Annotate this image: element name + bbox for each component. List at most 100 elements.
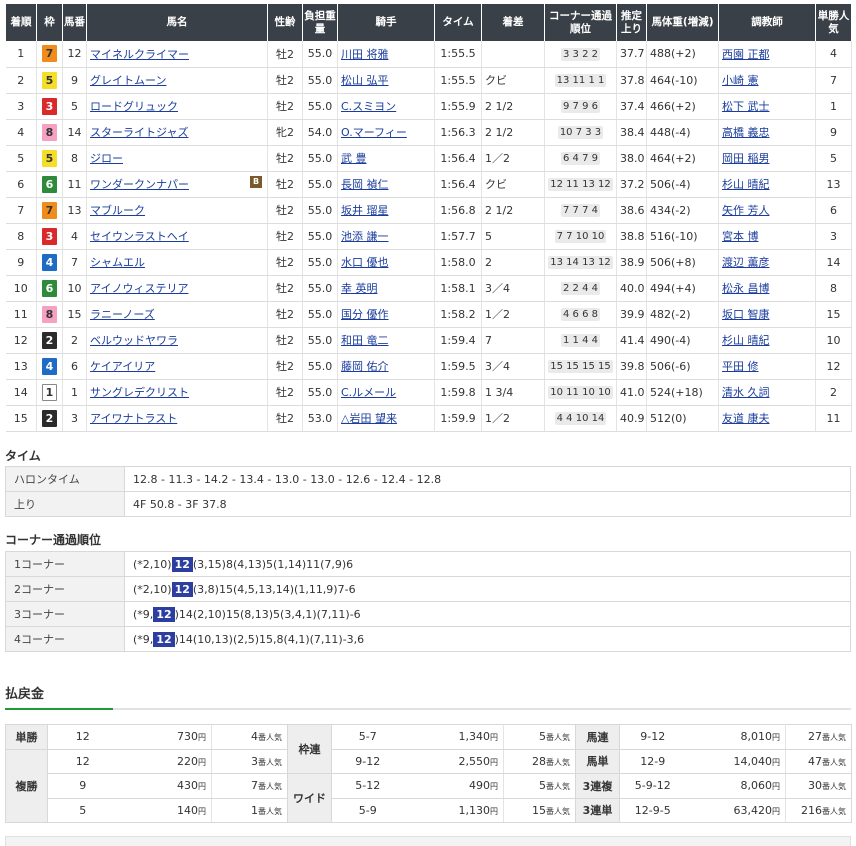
- horse-num-cell: 6: [62, 353, 87, 380]
- payout-amount: 8,010: [740, 730, 773, 744]
- result-row: 15 2 3 アイワナトラスト 牡2 53.0 △岩田 望来 1:59.9 1／2 4 4 10 …: [5, 405, 852, 432]
- horse-name-link[interactable]: マイネルクライマー: [90, 48, 189, 61]
- trainer-link[interactable]: 西園 正都: [722, 48, 770, 61]
- trainer-link[interactable]: 杉山 晴紀: [722, 334, 770, 347]
- jockey-link[interactable]: C.ルメール: [341, 386, 396, 399]
- jockey-link[interactable]: 国分 優作: [341, 308, 389, 321]
- horse-weight-cell: 490(-4): [646, 327, 719, 354]
- jockey-link[interactable]: 松山 弘平: [341, 74, 389, 87]
- horse-name-link[interactable]: アイワナトラスト: [90, 412, 177, 425]
- trainer-link[interactable]: 杉山 晴紀: [722, 178, 770, 191]
- jockey-link[interactable]: 幸 英明: [341, 282, 378, 295]
- horse-name-link[interactable]: マブルーク: [90, 204, 145, 217]
- col-popularity[interactable]: 単勝人気: [815, 4, 852, 41]
- horse-name-link[interactable]: ケイアイリア: [90, 360, 155, 373]
- waku-cell: 4: [36, 249, 63, 276]
- jockey-link[interactable]: O.マーフィー: [341, 126, 407, 139]
- trainer-link[interactable]: 高橋 義忠: [722, 126, 770, 139]
- trainer-link[interactable]: 小崎 憲: [722, 74, 759, 87]
- horse-num-cell: 8: [62, 145, 87, 172]
- time-cell: 1:59.4: [434, 327, 482, 354]
- col-horse-weight[interactable]: 馬体重(増減): [646, 4, 719, 41]
- passing-order: 4 4 10 14: [554, 412, 607, 425]
- horse-name-link[interactable]: ロードグリュック: [90, 100, 178, 113]
- weight-cell: 55.0: [302, 145, 338, 172]
- agari-value: 4F 50.8 - 3F 37.8: [133, 497, 227, 511]
- jockey-link[interactable]: 長岡 禎仁: [341, 178, 389, 191]
- rank-cell: 8: [5, 223, 37, 250]
- trainer-link[interactable]: 松永 昌博: [722, 282, 770, 295]
- horse-name-link[interactable]: セイウンラストヘイ: [90, 230, 189, 243]
- horse-name-link[interactable]: スターライトジャズ: [90, 126, 188, 139]
- passing-cell: 13 14 13 12: [544, 249, 617, 276]
- weight-cell: 55.0: [302, 249, 338, 276]
- horse-name-link[interactable]: シャムエル: [90, 256, 145, 269]
- corner-order-pre: (*2,10): [133, 582, 172, 596]
- jockey-link[interactable]: △岩田 望来: [341, 412, 397, 425]
- col-rank[interactable]: 着順: [5, 4, 37, 41]
- trainer-link[interactable]: 宮本 博: [722, 230, 759, 243]
- passing-cell: 1 1 4 4: [544, 327, 617, 354]
- col-sex-age[interactable]: 性齢: [267, 4, 303, 41]
- col-jockey[interactable]: 騎手: [337, 4, 435, 41]
- jockey-link[interactable]: 水口 優也: [341, 256, 389, 269]
- trainer-link[interactable]: 坂口 智康: [722, 308, 770, 321]
- corner-order-post: (3,15)8(4,13)5(1,14)11(7,9)6: [192, 557, 354, 571]
- col-num[interactable]: 馬番: [62, 4, 87, 41]
- trainer-cell: 松永 昌博: [718, 275, 816, 302]
- result-row: 11 8 15 ラニーノーズ 牡2 55.0 国分 優作 1:58.2 1／2 4 6 6 8 39…: [5, 301, 852, 328]
- last3f-cell: 38.6: [616, 197, 647, 224]
- col-weight[interactable]: 負担重量: [302, 4, 338, 41]
- yen-unit: 円: [198, 733, 206, 743]
- horse-num-cell: 10: [62, 275, 87, 302]
- corner-order-pre: (*2,10): [133, 557, 172, 571]
- jockey-link[interactable]: 川田 将雅: [341, 48, 389, 61]
- horse-name-link[interactable]: サングレデクリスト: [90, 386, 189, 399]
- col-time[interactable]: タイム: [434, 4, 482, 41]
- trainer-link[interactable]: 渡辺 薫彦: [722, 256, 770, 269]
- margin-cell: 2 1/2: [481, 119, 545, 146]
- popularity-unit: 番人気: [822, 806, 846, 816]
- horse-name-link[interactable]: ラニーノーズ: [90, 308, 155, 321]
- payout-popularity-cell: 15番人気: [503, 798, 576, 823]
- jockey-link[interactable]: 武 豊: [341, 152, 367, 165]
- trainer-cell: 友道 康夫: [718, 405, 816, 432]
- col-margin[interactable]: 着差: [481, 4, 545, 41]
- popularity-cell: 1: [815, 93, 852, 120]
- jockey-link[interactable]: 藤岡 佑介: [341, 360, 389, 373]
- horse-name-link[interactable]: ジロー: [90, 152, 123, 165]
- rank-cell: 6: [5, 171, 37, 198]
- margin-cell: 1／2: [481, 145, 545, 172]
- jockey-link[interactable]: 坂井 瑠星: [341, 204, 389, 217]
- trainer-link[interactable]: 松下 武士: [722, 100, 770, 113]
- col-passing[interactable]: コーナー通過順位: [544, 4, 617, 41]
- payout-divider-accent: [5, 708, 113, 710]
- jockey-link[interactable]: 池添 謙一: [341, 230, 389, 243]
- col-last3f[interactable]: 推定上り: [616, 4, 647, 41]
- waku-badge: 5: [42, 149, 57, 167]
- trainer-link[interactable]: 矢作 芳人: [722, 204, 770, 217]
- margin-cell: クビ: [481, 67, 545, 94]
- jockey-link[interactable]: C.スミヨン: [341, 100, 396, 113]
- sex-age-cell: 牡2: [267, 67, 303, 94]
- popularity-unit: 番人気: [822, 782, 846, 792]
- payout-popularity: 28: [532, 754, 546, 768]
- corner-order-pre: (*9,: [133, 607, 154, 621]
- trainer-link[interactable]: 岡田 稲男: [722, 152, 770, 165]
- col-name[interactable]: 馬名: [86, 4, 268, 41]
- jockey-link[interactable]: 和田 竜二: [341, 334, 389, 347]
- payout-type: 枠連: [287, 724, 332, 774]
- horse-name-link[interactable]: グレイトムーン: [90, 74, 166, 87]
- trainer-link[interactable]: 清水 久詞: [722, 386, 770, 399]
- col-trainer[interactable]: 調教師: [718, 4, 816, 41]
- waku-cell: 8: [36, 119, 63, 146]
- trainer-link[interactable]: 平田 修: [722, 360, 759, 373]
- weight-cell: 55.0: [302, 327, 338, 354]
- col-waku[interactable]: 枠: [36, 4, 63, 41]
- horse-name-link[interactable]: アイノウィステリア: [90, 282, 188, 295]
- trainer-link[interactable]: 友道 康夫: [722, 412, 770, 425]
- rank-cell: 10: [5, 275, 37, 302]
- horse-name-link[interactable]: ワンダークンナパー: [90, 178, 189, 191]
- payout-amount: 1,130: [458, 803, 491, 817]
- horse-name-link[interactable]: ベルウッドヤワラ: [90, 334, 178, 347]
